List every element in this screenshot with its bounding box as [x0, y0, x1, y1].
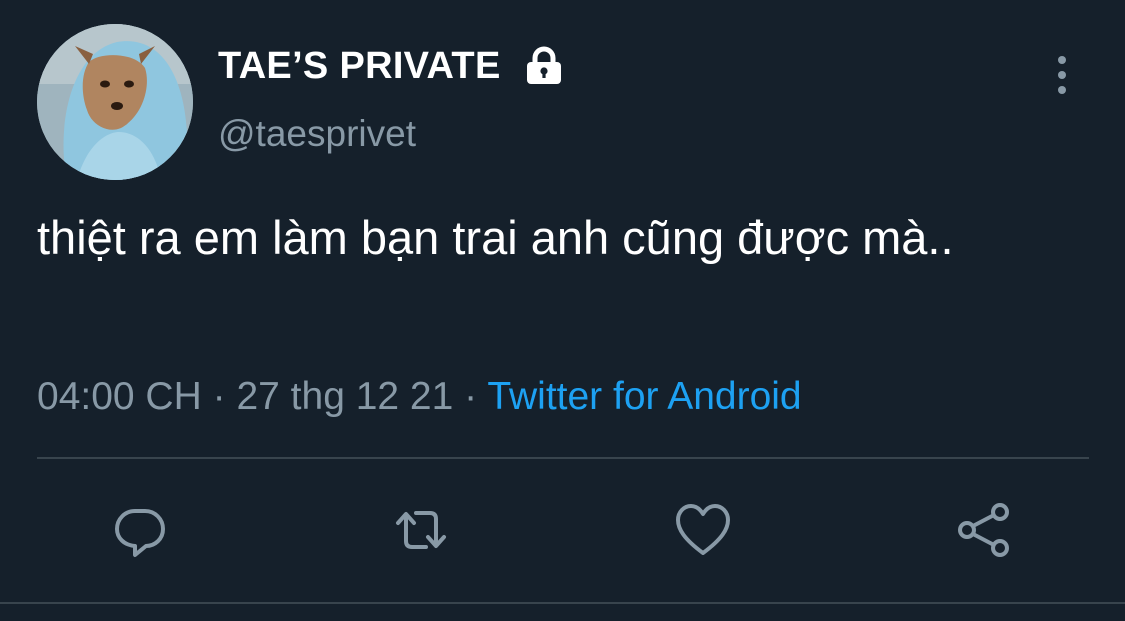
- avatar[interactable]: [37, 24, 193, 180]
- tweet-source-link[interactable]: Twitter for Android: [487, 375, 801, 418]
- reply-button[interactable]: [111, 501, 169, 559]
- tweet-text: thiệt ra em làm bạn trai anh cũng được m…: [37, 211, 954, 264]
- more-vertical-icon[interactable]: [1047, 54, 1077, 96]
- tweet-date[interactable]: 27 thg 12 21: [236, 375, 453, 418]
- meta-separator-2: ·: [464, 375, 478, 418]
- heart-icon: [676, 504, 730, 555]
- display-name-text: TAE’S PRIVATE: [218, 45, 501, 87]
- retweet-icon: [396, 511, 446, 549]
- avatar-image: [37, 24, 193, 180]
- tweet-time[interactable]: 04:00 CH: [37, 375, 202, 418]
- share-icon: [958, 503, 1009, 557]
- tweet-meta: 04:00 CH · 27 thg 12 21 · Twitter for An…: [37, 373, 802, 421]
- divider: [37, 457, 1089, 459]
- reply-icon: [115, 509, 165, 557]
- like-button[interactable]: [674, 501, 732, 559]
- lock-icon: [523, 45, 565, 87]
- meta-separator: ·: [212, 375, 226, 418]
- display-name[interactable]: TAE’S PRIVATE: [218, 44, 565, 88]
- retweet-button[interactable]: [392, 501, 450, 559]
- share-button[interactable]: [955, 501, 1013, 559]
- bottom-divider: [0, 602, 1125, 604]
- user-handle[interactable]: @taesprivet: [218, 112, 416, 156]
